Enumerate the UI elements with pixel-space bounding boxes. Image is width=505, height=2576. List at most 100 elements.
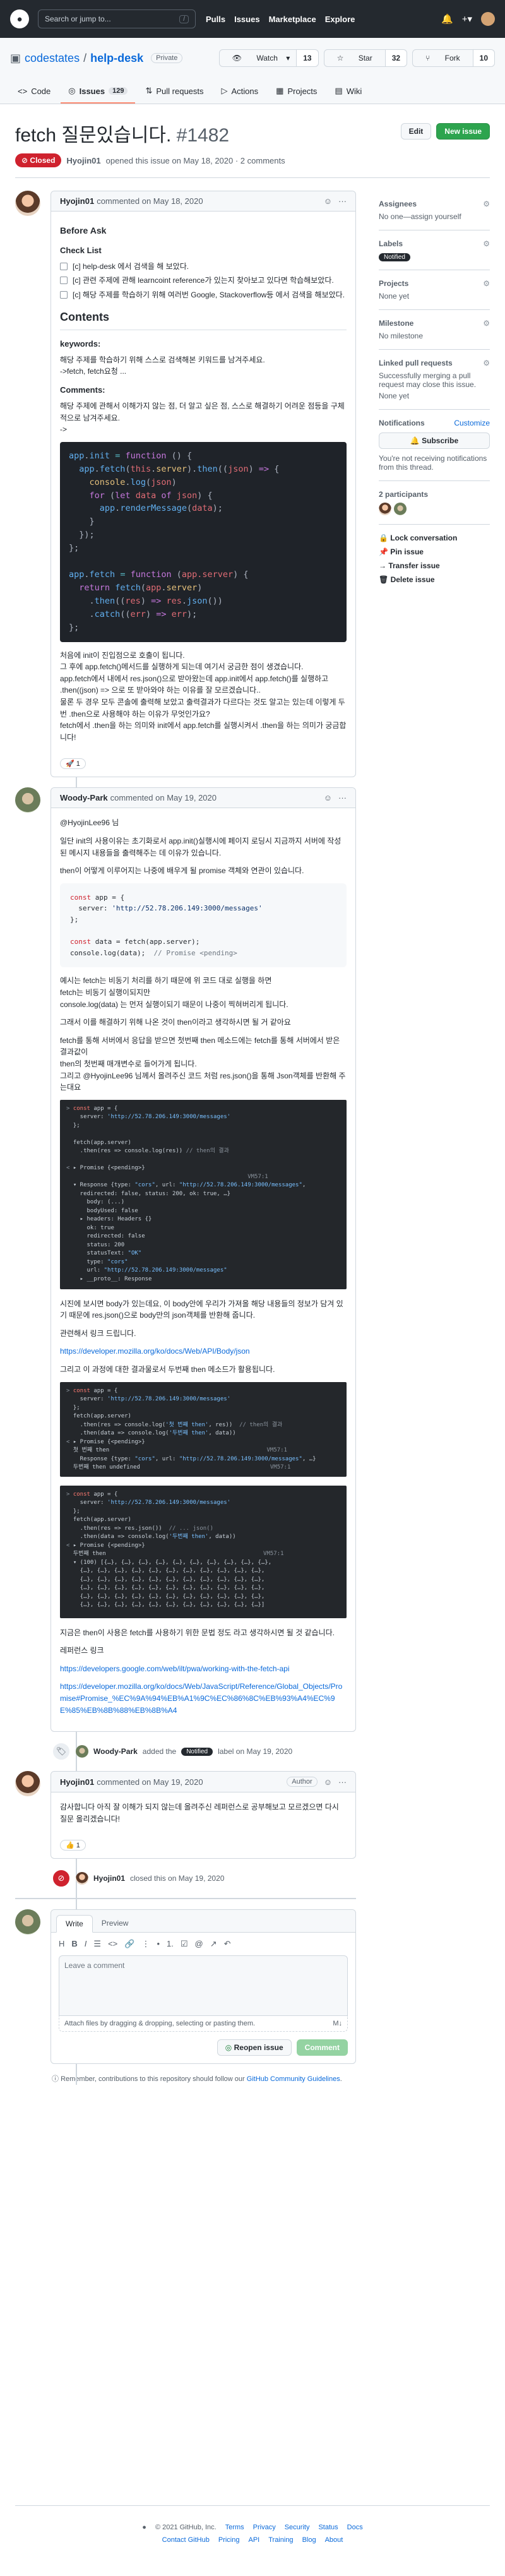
nav-pulls[interactable]: Pulls bbox=[206, 15, 225, 24]
footer-link-docs[interactable]: Docs bbox=[347, 2524, 363, 2531]
checkbox[interactable] bbox=[60, 262, 68, 270]
projects-title[interactable]: Projects bbox=[379, 279, 408, 288]
mention-icon[interactable]: @ bbox=[195, 1939, 203, 1949]
tab-projects[interactable]: ▦ Projects bbox=[268, 80, 324, 104]
comment-author[interactable]: Hyojin01 bbox=[60, 1777, 94, 1787]
task-list-icon[interactable]: ☑ bbox=[181, 1939, 188, 1949]
issue-author-link[interactable]: Hyojin01 bbox=[66, 156, 100, 165]
comment-button[interactable]: Comment bbox=[296, 2039, 348, 2056]
avatar[interactable] bbox=[15, 1771, 40, 1797]
label-badge[interactable]: Notified bbox=[181, 1747, 213, 1756]
edit-button[interactable]: Edit bbox=[400, 123, 432, 140]
link-google-fetch[interactable]: https://developers.google.com/web/ilt/pw… bbox=[60, 1664, 290, 1673]
event-actor[interactable]: Woody-Park bbox=[93, 1747, 138, 1756]
gear-icon[interactable]: ⚙ bbox=[483, 359, 490, 367]
kebab-menu-icon[interactable]: ··· bbox=[338, 793, 347, 802]
fork-count[interactable]: 10 bbox=[472, 50, 494, 66]
labels-title[interactable]: Labels bbox=[379, 239, 403, 248]
kebab-menu-icon[interactable]: ··· bbox=[338, 196, 347, 206]
link-icon[interactable]: 🔗 bbox=[124, 1939, 134, 1949]
smiley-icon[interactable]: ☺ bbox=[324, 196, 332, 206]
link-body-json[interactable]: https://developer.mozilla.org/ko/docs/We… bbox=[60, 1347, 250, 1356]
label-badge[interactable]: Notified bbox=[379, 253, 410, 261]
tab-write[interactable]: Write bbox=[56, 1915, 93, 1933]
gear-icon[interactable]: ⚙ bbox=[483, 279, 490, 288]
gear-icon[interactable]: ⚙ bbox=[483, 200, 490, 208]
avatar[interactable] bbox=[76, 1872, 88, 1885]
italic-icon[interactable]: I bbox=[85, 1939, 87, 1949]
avatar[interactable] bbox=[76, 1745, 88, 1758]
participant-avatar[interactable] bbox=[379, 503, 391, 515]
reply-icon[interactable]: ↶ bbox=[224, 1939, 231, 1949]
avatar[interactable] bbox=[15, 191, 40, 216]
reaction-rocket[interactable]: 🚀 1 bbox=[60, 758, 86, 770]
bell-icon[interactable]: 🔔 bbox=[441, 13, 453, 25]
repo-name-link[interactable]: help-desk bbox=[90, 52, 143, 65]
smiley-icon[interactable]: ☺ bbox=[324, 1777, 332, 1787]
comment-date[interactable]: commented on May 19, 2020 bbox=[97, 1777, 203, 1787]
attach-files[interactable]: Attach files by dragging & dropping, sel… bbox=[59, 2016, 348, 2032]
comment-date[interactable]: commented on May 19, 2020 bbox=[110, 793, 217, 802]
comment-author[interactable]: Hyojin01 bbox=[60, 196, 94, 206]
footer-link-terms[interactable]: Terms bbox=[225, 2524, 244, 2531]
gear-icon[interactable]: ⚙ bbox=[483, 239, 490, 248]
event-actor[interactable]: Hyojin01 bbox=[93, 1874, 125, 1883]
subscribe-button[interactable]: 🔔 Subscribe bbox=[379, 432, 490, 449]
repo-owner-link[interactable]: codestates bbox=[25, 52, 80, 65]
reference-icon[interactable]: ↗ bbox=[210, 1939, 217, 1949]
new-issue-button[interactable]: New issue bbox=[436, 123, 490, 140]
nav-issues[interactable]: Issues bbox=[234, 15, 259, 24]
tab-actions[interactable]: ▷ Actions bbox=[214, 80, 266, 104]
plus-icon[interactable]: +▾ bbox=[462, 13, 472, 25]
milestone-title[interactable]: Milestone bbox=[379, 319, 413, 328]
github-logo-icon[interactable]: ● bbox=[10, 9, 29, 28]
footer-link-pricing[interactable]: Pricing bbox=[218, 2536, 240, 2544]
footer-link-contact[interactable]: Contact GitHub bbox=[162, 2536, 210, 2544]
github-mark-icon[interactable]: ● bbox=[142, 2524, 146, 2531]
footer-link-api[interactable]: API bbox=[248, 2536, 259, 2544]
comment-textarea[interactable]: Leave a comment bbox=[59, 1955, 348, 2017]
watch-button[interactable]: 👁 Watch ▾ 13 bbox=[218, 49, 319, 67]
link-mdn-promise[interactable]: https://developer.mozilla.org/ko/docs/We… bbox=[60, 1682, 342, 1714]
footer-link-security[interactable]: Security bbox=[285, 2524, 310, 2531]
customize-link[interactable]: Customize bbox=[454, 419, 490, 427]
nav-marketplace[interactable]: Marketplace bbox=[269, 15, 316, 24]
code-icon[interactable]: <> bbox=[108, 1939, 117, 1949]
reaction-thumbs-up[interactable]: 👍 1 bbox=[60, 1840, 86, 1851]
assignees-value[interactable]: No one—assign yourself bbox=[379, 212, 490, 221]
guidelines-link[interactable]: GitHub Community Guidelines bbox=[247, 2075, 340, 2083]
kebab-menu-icon[interactable]: ··· bbox=[338, 1777, 347, 1787]
comment-author[interactable]: Woody-Park bbox=[60, 793, 108, 802]
transfer-issue-link[interactable]: → Transfer issue bbox=[379, 559, 490, 573]
participant-avatar[interactable] bbox=[394, 503, 407, 515]
tab-code[interactable]: <> Code bbox=[10, 80, 58, 104]
reopen-issue-button[interactable]: ◎ Reopen issue bbox=[217, 2039, 292, 2056]
numbered-list-icon[interactable]: 1. bbox=[167, 1939, 174, 1949]
pin-issue-link[interactable]: 📌 Pin issue bbox=[379, 545, 490, 559]
bold-icon[interactable]: B bbox=[71, 1939, 77, 1949]
star-button[interactable]: ☆ Star 32 bbox=[323, 49, 408, 67]
avatar[interactable] bbox=[15, 787, 40, 813]
gear-icon[interactable]: ⚙ bbox=[483, 319, 490, 328]
footer-link-status[interactable]: Status bbox=[318, 2524, 338, 2531]
tab-wiki[interactable]: ▤ Wiki bbox=[327, 80, 369, 104]
quote-icon[interactable]: ☰ bbox=[93, 1939, 101, 1949]
footer-link-training[interactable]: Training bbox=[268, 2536, 293, 2544]
nav-explore[interactable]: Explore bbox=[325, 15, 355, 24]
lock-conversation-link[interactable]: 🔒 Lock conversation bbox=[379, 531, 490, 545]
delete-issue-link[interactable]: 🗑 Delete issue bbox=[379, 573, 490, 587]
fork-button[interactable]: ⑂ Fork 10 bbox=[412, 49, 495, 67]
assignees-title[interactable]: Assignees bbox=[379, 200, 417, 208]
star-count[interactable]: 32 bbox=[384, 50, 407, 66]
footer-link-about[interactable]: About bbox=[325, 2536, 343, 2544]
bullet-list-icon[interactable]: • bbox=[157, 1939, 160, 1949]
linked-title[interactable]: Linked pull requests bbox=[379, 359, 453, 367]
watch-count[interactable]: 13 bbox=[296, 50, 318, 66]
search-input[interactable]: Search or jump to... / bbox=[38, 9, 196, 28]
tab-preview[interactable]: Preview bbox=[93, 1915, 138, 1932]
smiley-icon[interactable]: ☺ bbox=[324, 793, 332, 802]
tab-issues[interactable]: ◎ Issues 129 bbox=[61, 80, 136, 104]
comment-date[interactable]: commented on May 18, 2020 bbox=[97, 196, 203, 206]
heading-icon[interactable]: H bbox=[59, 1939, 64, 1949]
checkbox[interactable] bbox=[60, 277, 68, 285]
